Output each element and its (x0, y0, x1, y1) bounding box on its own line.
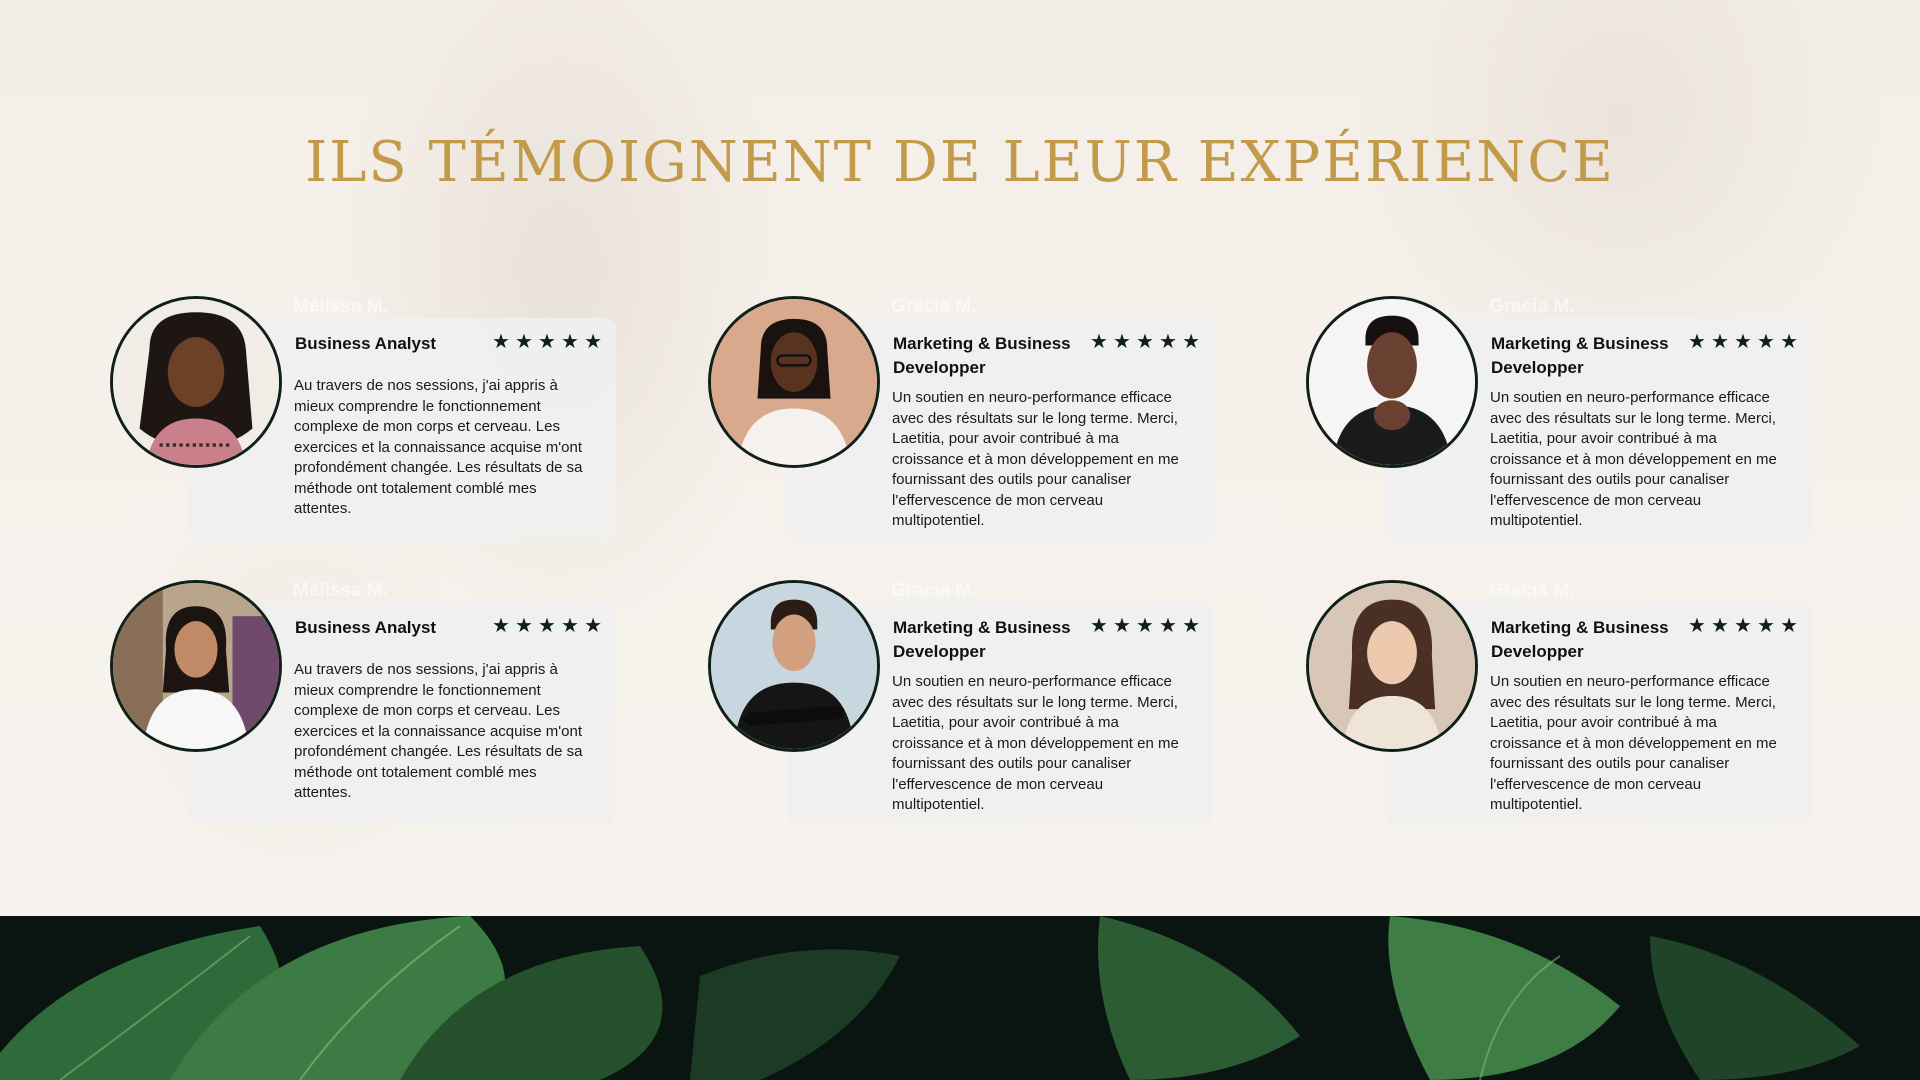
star-icon: ★ (1090, 331, 1108, 353)
rating-stars: ★ ★ ★ ★ ★ (492, 616, 602, 636)
star-icon: ★ (1711, 331, 1729, 353)
testimonials-grid: Mélissa M. Business Analyst ★ ★ ★ ★ ★ Au… (0, 0, 1920, 920)
star-icon: ★ (1090, 615, 1108, 637)
rating-stars: ★ ★ ★ ★ ★ (1688, 616, 1798, 636)
star-icon: ★ (1113, 331, 1131, 353)
testimonial-role: Business Analyst (295, 618, 437, 637)
testimonial-card: Gracia M. Marketing & Business Developpe… (708, 296, 1228, 556)
testimonial-text: Un soutien en neuro-performance efficace… (892, 389, 1179, 529)
testimonial-card: Mélissa M. Business Analyst ★ ★ ★ ★ ★ Au… (110, 580, 630, 840)
testimonial-text: Un soutien en neuro-performance efficace… (1490, 673, 1777, 813)
star-icon: ★ (1757, 615, 1775, 637)
leaf-footer-image (0, 916, 1920, 1080)
testimonial-name: Gracia M. (891, 296, 977, 317)
star-icon: ★ (1688, 615, 1706, 637)
star-icon: ★ (1136, 615, 1154, 637)
star-icon: ★ (492, 615, 510, 637)
testimonial-card: Gracia M. Marketing & Business Developpe… (1306, 580, 1826, 840)
testimonial-name: Gracia M. (1489, 580, 1575, 601)
star-icon: ★ (515, 331, 533, 353)
star-icon: ★ (1757, 331, 1775, 353)
avatar (110, 580, 282, 752)
star-icon: ★ (515, 615, 533, 637)
rating-stars: ★ ★ ★ ★ ★ (1090, 332, 1200, 352)
star-icon: ★ (584, 615, 602, 637)
testimonial-text: Au travers de nos sessions, j'ai appris … (294, 377, 583, 517)
testimonial-role: Marketing & Business Developper (893, 334, 1071, 377)
avatar (1306, 296, 1478, 468)
star-icon: ★ (538, 615, 556, 637)
testimonial-role: Marketing & Business Developper (1491, 618, 1669, 661)
star-icon: ★ (1688, 331, 1706, 353)
star-icon: ★ (1182, 615, 1200, 637)
rating-stars: ★ ★ ★ ★ ★ (1090, 616, 1200, 636)
star-icon: ★ (1734, 615, 1752, 637)
testimonial-name: Mélissa M. (293, 296, 389, 317)
star-icon: ★ (1113, 615, 1131, 637)
star-icon: ★ (1136, 331, 1154, 353)
testimonial-text: Au travers de nos sessions, j'ai appris … (294, 661, 583, 801)
star-icon: ★ (584, 331, 602, 353)
testimonial-text: Un soutien en neuro-performance efficace… (1490, 389, 1777, 529)
star-icon: ★ (1182, 331, 1200, 353)
star-icon: ★ (1159, 615, 1177, 637)
avatar (1306, 580, 1478, 752)
testimonial-text: Un soutien en neuro-performance efficace… (892, 673, 1179, 813)
testimonial-name: Gracia M. (1489, 296, 1575, 317)
rating-stars: ★ ★ ★ ★ ★ (1688, 332, 1798, 352)
avatar (708, 296, 880, 468)
testimonial-name: Mélissa M. (293, 580, 389, 601)
star-icon: ★ (561, 615, 579, 637)
testimonial-role: Marketing & Business Developper (893, 618, 1071, 661)
testimonial-role: Marketing & Business Developper (1491, 334, 1669, 377)
testimonial-card: Mélissa M. Business Analyst ★ ★ ★ ★ ★ Au… (110, 296, 630, 556)
star-icon: ★ (1780, 615, 1798, 637)
star-icon: ★ (1734, 331, 1752, 353)
star-icon: ★ (538, 331, 556, 353)
avatar (110, 296, 282, 468)
testimonials-page: ILS TÉMOIGNENT DE LEUR EXPÉRIENCE Méliss… (0, 0, 1920, 1080)
star-icon: ★ (1711, 615, 1729, 637)
star-icon: ★ (1159, 331, 1177, 353)
testimonial-card: Gracia M. Marketing & Business Developpe… (708, 580, 1228, 840)
avatar (708, 580, 880, 752)
star-icon: ★ (492, 331, 510, 353)
testimonial-name: Gracia M. (891, 580, 977, 601)
star-icon: ★ (561, 331, 579, 353)
star-icon: ★ (1780, 331, 1798, 353)
testimonial-card: Gracia M. Marketing & Business Developpe… (1306, 296, 1826, 556)
rating-stars: ★ ★ ★ ★ ★ (492, 332, 602, 352)
testimonial-role: Business Analyst (295, 334, 437, 353)
